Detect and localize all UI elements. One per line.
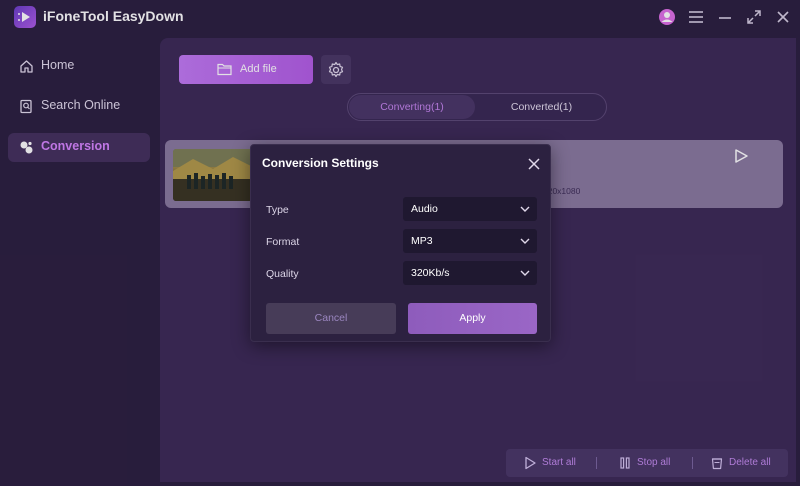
apply-button[interactable]: Apply xyxy=(408,303,537,334)
quality-label: Quality xyxy=(266,268,299,280)
type-select[interactable]: Audio xyxy=(403,197,537,221)
quality-value: 320Kb/s xyxy=(411,267,450,279)
format-select[interactable]: MP3 xyxy=(403,229,537,253)
conversion-settings-dialog: Conversion Settings Type Audio Format MP… xyxy=(250,144,551,342)
chevron-down-icon xyxy=(520,238,530,244)
type-label: Type xyxy=(266,204,289,216)
chevron-down-icon xyxy=(520,270,530,276)
chevron-down-icon xyxy=(520,206,530,212)
format-value: MP3 xyxy=(411,235,433,247)
format-label: Format xyxy=(266,236,300,248)
dialog-close-icon[interactable] xyxy=(526,156,542,172)
cancel-button[interactable]: Cancel xyxy=(266,303,396,334)
type-value: Audio xyxy=(411,203,438,215)
quality-select[interactable]: 320Kb/s xyxy=(403,261,537,285)
dialog-title: Conversion Settings xyxy=(262,156,379,170)
